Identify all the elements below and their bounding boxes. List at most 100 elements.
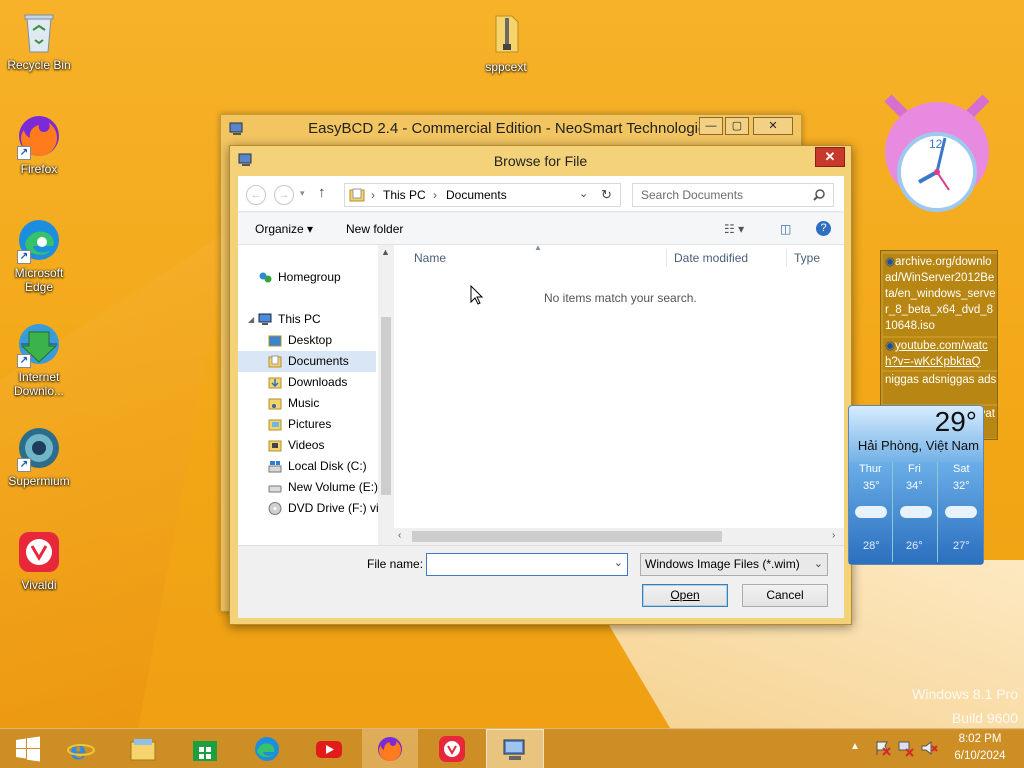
back-button[interactable]: ← (246, 185, 266, 205)
file-name-input[interactable]: ⌄ (426, 553, 628, 576)
scroll-left-icon[interactable]: ‹ (398, 530, 401, 541)
close-button[interactable]: ✕ (753, 117, 793, 135)
clock-date[interactable]: 6/10/2024 (948, 750, 1012, 762)
nav-new-volume[interactable]: New Volume (E:) (238, 477, 378, 498)
nav-documents[interactable]: Documents (238, 351, 376, 372)
desktop-icon-internet-download-manager[interactable]: ↗ Internet Downlo... (1, 320, 77, 398)
desktop-icon-sppcext[interactable]: sppcext (468, 10, 544, 74)
nav-this-pc-label: This PC (278, 312, 321, 326)
forecast-panel: Thur 35° 28° Fri 34° 26° Sat 32° 27° (849, 462, 983, 564)
desktop-icon-firefox[interactable]: ↗ Firefox (1, 112, 77, 176)
weather-location: Hải Phòng, Việt Nam (857, 438, 979, 453)
file-list[interactable]: Name ▲ Date modified Type No items match… (394, 243, 844, 545)
scroll-up-icon[interactable]: ▲ (381, 247, 390, 257)
cloud-icon (945, 506, 977, 518)
nav-item-label: Downloads (288, 375, 348, 389)
windows-watermark-edition: Windows 8.1 Pro (912, 686, 1018, 702)
nav-this-pc[interactable]: ◢ This PC (238, 309, 378, 330)
nav-music[interactable]: Music (238, 393, 378, 414)
edge-icon (255, 737, 279, 761)
nav-dvd-drive[interactable]: DVD Drive (F:) vir (238, 498, 378, 519)
preview-pane-icon[interactable]: ◫ (780, 213, 791, 245)
nav-pictures[interactable]: Pictures (238, 414, 378, 435)
nav-desktop[interactable]: Desktop (238, 330, 378, 351)
dialog-app-icon (238, 153, 252, 166)
chevron-down-icon[interactable]: ⌄ (614, 556, 623, 569)
taskbar-store[interactable] (177, 729, 233, 768)
taskbar-firefox[interactable] (362, 729, 418, 768)
breadcrumb-this-pc[interactable]: This PC (383, 184, 426, 206)
refresh-icon[interactable]: ↻ (601, 184, 612, 206)
clock-time[interactable]: 8:02 PM (948, 733, 1012, 745)
maximize-button[interactable]: ▢ (725, 117, 749, 135)
desktop-icon-supermium[interactable]: ↗ Supermium (1, 424, 77, 488)
file-list-horizontal-scrollbar[interactable]: ‹ › (394, 528, 844, 545)
nav-videos[interactable]: Videos (238, 435, 378, 456)
start-icon (16, 736, 40, 762)
recent-locations-icon[interactable]: ▾ (300, 188, 305, 199)
column-divider (786, 249, 787, 267)
nav-item-label: New Volume (E:) (288, 480, 378, 494)
taskbar-vivaldi[interactable] (424, 729, 480, 768)
nav-local-disk[interactable]: Local Disk (C:) (238, 456, 378, 477)
feed-item[interactable]: niggas adsniggas ads (883, 372, 997, 404)
column-header-name[interactable]: Name (414, 245, 446, 271)
firefox-icon (378, 737, 402, 761)
column-header-type[interactable]: Type (794, 245, 820, 271)
vivaldi-icon (439, 736, 465, 762)
scroll-right-icon[interactable]: › (832, 530, 835, 541)
feed-item[interactable]: ◉archive.org/download/WinServer2012Beta/… (883, 254, 997, 336)
scrollbar-thumb[interactable] (412, 531, 722, 542)
desktop-icon-recycle-bin[interactable]: Recycle Bin (1, 8, 77, 72)
help-icon[interactable]: ? (816, 221, 831, 236)
open-button[interactable]: Open (642, 584, 728, 607)
easybcd-app-icon (229, 122, 243, 135)
browse-for-file-dialog[interactable]: Browse for File ✕ ← → ▾ ↑ › This PC › Do… (229, 145, 852, 625)
desktop-icon-vivaldi[interactable]: Vivaldi (1, 528, 77, 592)
navigation-pane-scrollbar[interactable]: ▲ (378, 245, 394, 545)
file-type-select[interactable]: Windows Image Files (*.wim) ⌄ (640, 553, 828, 576)
videos-folder-icon (268, 440, 282, 452)
weather-temperature: 29° (934, 406, 977, 437)
show-hidden-icons-icon[interactable]: ▲ (850, 741, 860, 752)
shortcut-arrow-icon: ↗ (17, 354, 31, 368)
cancel-button[interactable]: Cancel (742, 584, 828, 607)
minimize-button[interactable]: — (699, 117, 723, 135)
view-options-icon[interactable]: ☷ ▾ (724, 213, 744, 245)
organize-label: Organize (255, 222, 304, 236)
nav-item-label: Videos (288, 438, 325, 452)
scrollbar-thumb[interactable] (381, 317, 391, 495)
desktop-icon-edge[interactable]: ↗ Microsoft Edge (1, 216, 77, 294)
volume-muted-icon[interactable] (920, 739, 938, 757)
forward-button[interactable]: → (274, 185, 294, 205)
file-type-value: Windows Image Files (*.wim) (645, 557, 800, 571)
nav-downloads[interactable]: Downloads (238, 372, 378, 393)
forecast-low: 28° (863, 540, 880, 552)
weather-gadget[interactable]: 29° Hải Phòng, Việt Nam Thur 35° 28° Fri… (848, 405, 984, 565)
clock-gadget[interactable]: 12 (876, 90, 998, 218)
organize-button[interactable]: Organize ▾ (255, 213, 313, 245)
open-label: Open (670, 588, 700, 602)
taskbar-easybcd[interactable] (486, 729, 544, 768)
new-folder-button[interactable]: New folder (346, 213, 403, 245)
taskbar-youtube[interactable] (301, 729, 357, 768)
search-input[interactable]: Search Documents (632, 183, 834, 207)
pictures-folder-icon (268, 419, 282, 431)
address-bar[interactable]: › This PC › Documents ⌄ ↻ (344, 183, 621, 207)
network-icon[interactable] (897, 739, 915, 757)
address-dropdown-icon[interactable]: ⌄ (579, 183, 588, 205)
breadcrumb-documents[interactable]: Documents (446, 184, 507, 206)
up-button[interactable]: ↑ (318, 184, 326, 201)
taskbar-internet-explorer[interactable]: e (53, 729, 109, 768)
feed-item-text: niggas adsniggas ads (885, 374, 997, 386)
start-button[interactable] (0, 729, 56, 768)
taskbar-file-explorer[interactable] (115, 729, 171, 768)
nav-homegroup[interactable]: Homegroup (238, 267, 378, 288)
feed-item[interactable]: ◉youtube.com/watch?v=-wKcKpbktaQ (883, 338, 997, 370)
forecast-day: Thur 35° 28° (849, 462, 893, 562)
column-header-date-modified[interactable]: Date modified (674, 245, 748, 271)
action-center-flag-icon[interactable] (874, 739, 892, 757)
forecast-day: Sat 32° 27° (939, 462, 983, 562)
taskbar-edge[interactable] (239, 729, 295, 768)
dialog-close-button[interactable]: ✕ (815, 147, 845, 167)
